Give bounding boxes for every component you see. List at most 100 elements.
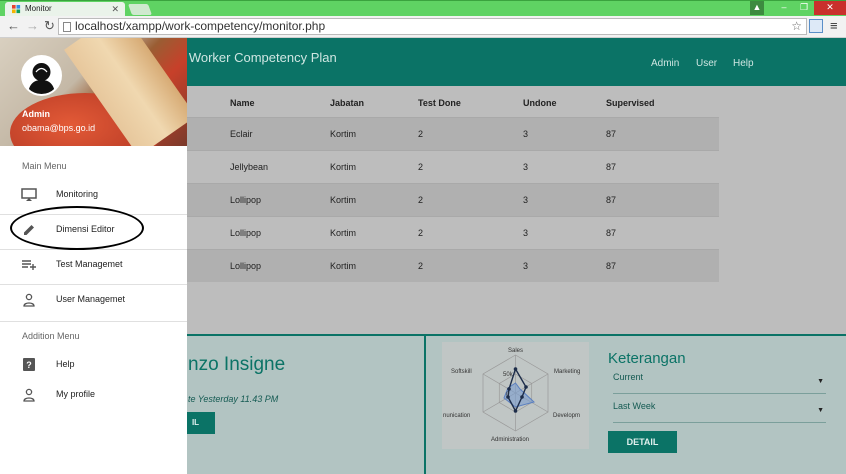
cell-test-done: 2 bbox=[418, 162, 424, 172]
cell-test-done: 2 bbox=[418, 261, 424, 271]
window-close-button[interactable]: ✕ bbox=[814, 1, 846, 15]
menu-item-label: My profile bbox=[56, 389, 96, 399]
menu-item-user-managemet[interactable]: User Managemet bbox=[0, 283, 187, 317]
nav-admin[interactable]: Admin bbox=[651, 58, 679, 69]
header-jabatan[interactable]: Jabatan bbox=[330, 98, 418, 108]
radar-label-softskill: Softskill bbox=[451, 369, 472, 375]
person-icon bbox=[23, 293, 35, 307]
drawer-user-email: obama@bps.go.id bbox=[22, 123, 96, 133]
cell-name: Lollipop bbox=[230, 195, 262, 205]
period-select-last-week[interactable]: Last Week ▼ bbox=[613, 401, 826, 423]
cell-test-done: 2 bbox=[418, 195, 424, 205]
menu-item-label: Help bbox=[56, 359, 75, 369]
keterangan-title: Keterangan bbox=[608, 350, 686, 367]
radar-label-marketing: Marketing bbox=[554, 369, 580, 375]
cell-undone: 3 bbox=[523, 195, 529, 205]
divider bbox=[424, 336, 426, 474]
addition-menu-title: Addition Menu bbox=[22, 331, 80, 341]
table-row[interactable]: Jellybean Kortim 2 3 87 bbox=[178, 150, 719, 183]
page-icon bbox=[63, 22, 71, 32]
table-row[interactable]: Eclair Kortim 2 3 87 bbox=[178, 117, 719, 150]
minimize-button[interactable]: – bbox=[774, 1, 794, 15]
screen: Monitor ✕ ▲ – ❐ ✕ ← → ↻ localhost/xampp/… bbox=[0, 0, 846, 474]
dropdown-arrow-icon: ▼ bbox=[817, 378, 824, 385]
main-menu-title: Main Menu bbox=[22, 161, 67, 171]
nav-user[interactable]: User bbox=[696, 58, 717, 69]
radar-chart: Sales Marketing Developm Administration … bbox=[442, 342, 589, 449]
playlist-add-icon bbox=[22, 260, 36, 270]
cell-name: Eclair bbox=[230, 129, 253, 139]
chrome-menu-icon[interactable]: ≡ bbox=[830, 18, 838, 33]
cell-test-done: 2 bbox=[418, 129, 424, 139]
restore-button[interactable]: ❐ bbox=[794, 1, 814, 15]
profile-icon[interactable]: ▲ bbox=[750, 1, 764, 15]
period-select-current[interactable]: Current ▼ bbox=[613, 372, 826, 394]
user-silhouette-icon bbox=[28, 63, 55, 94]
cell-name: Lollipop bbox=[230, 261, 262, 271]
new-tab-button[interactable] bbox=[127, 4, 153, 15]
nav-help[interactable]: Help bbox=[733, 58, 754, 69]
radar-point bbox=[520, 395, 524, 399]
menu-item-test-managemet[interactable]: Test Managemet bbox=[0, 248, 187, 282]
table-header: Name Jabatan Test Done Undone Supervised bbox=[178, 88, 719, 117]
person-icon bbox=[23, 388, 35, 402]
cell-supervised: 87 bbox=[606, 228, 617, 238]
cell-undone: 3 bbox=[523, 261, 529, 271]
cell-undone: 3 bbox=[523, 162, 529, 172]
highlight-annotation-ellipse bbox=[10, 206, 144, 250]
bookmark-star-icon[interactable]: ☆ bbox=[791, 19, 802, 34]
reload-icon[interactable]: ↻ bbox=[44, 19, 55, 33]
menu-item-help[interactable]: ? Help bbox=[0, 348, 187, 382]
back-arrow-icon[interactable]: ← bbox=[7, 19, 20, 33]
header-undone[interactable]: Undone bbox=[523, 98, 606, 108]
forward-arrow-icon[interactable]: → bbox=[26, 19, 39, 33]
select-current-value: Current bbox=[613, 372, 644, 382]
radar-label-communication: nunication bbox=[443, 413, 470, 419]
cell-name: Lollipop bbox=[230, 228, 262, 238]
table-row[interactable]: Lollipop Kortim 2 3 87 bbox=[178, 183, 719, 216]
cell-supervised: 87 bbox=[606, 129, 617, 139]
browser-titlebar: Monitor ✕ ▲ – ❐ ✕ bbox=[0, 0, 846, 17]
cell-undone: 3 bbox=[523, 129, 529, 139]
table-row[interactable]: Lollipop Kortim 2 3 87 bbox=[178, 249, 719, 282]
cell-test-done: 2 bbox=[418, 228, 424, 238]
cell-undone: 3 bbox=[523, 228, 529, 238]
menu-item-label: Monitoring bbox=[56, 189, 99, 199]
navigation-drawer: Admin obama@bps.go.id Main Menu Monitori… bbox=[0, 38, 187, 474]
header-name[interactable]: Name bbox=[230, 98, 330, 108]
detail-button[interactable]: DETAIL bbox=[608, 431, 677, 453]
browser-tab[interactable]: Monitor ✕ bbox=[5, 2, 125, 17]
address-bar[interactable]: localhost/xampp/work-competency/monitor.… bbox=[58, 18, 807, 35]
tab-close-icon[interactable]: ✕ bbox=[111, 2, 119, 16]
app-favicon-icon bbox=[12, 5, 21, 14]
extension-icon[interactable] bbox=[809, 19, 823, 33]
menu-item-my-profile[interactable]: My profile bbox=[0, 378, 187, 412]
avatar[interactable] bbox=[21, 55, 62, 96]
profile-name: nzo Insigne bbox=[188, 354, 286, 375]
radar-point bbox=[513, 409, 518, 413]
app-area: e Worker Competency Plan Admin User Help… bbox=[0, 38, 846, 474]
window-controls: ▲ – ❐ ✕ bbox=[750, 1, 846, 15]
worker-table: Name Jabatan Test Done Undone Supervised… bbox=[178, 88, 719, 282]
profile-update-time: te Yesterday 11.43 PM bbox=[188, 394, 279, 404]
dropdown-arrow-icon: ▼ bbox=[817, 407, 824, 414]
drawer-header: Admin obama@bps.go.id bbox=[0, 38, 187, 146]
radar-point bbox=[507, 387, 511, 391]
radar-label-sales: Sales bbox=[508, 348, 523, 354]
table-row[interactable]: Lollipop Kortim 2 3 87 bbox=[178, 216, 719, 249]
cell-supervised: 87 bbox=[606, 261, 617, 271]
app-title: e Worker Competency Plan bbox=[178, 50, 337, 65]
browser-tab-title: Monitor bbox=[25, 4, 52, 13]
cell-jabatan: Kortim bbox=[330, 195, 357, 205]
monitor-icon bbox=[21, 188, 37, 201]
menu-item-label: User Managemet bbox=[56, 294, 126, 304]
cell-jabatan: Kortim bbox=[330, 129, 357, 139]
header-test-done[interactable]: Test Done bbox=[418, 98, 523, 108]
divider bbox=[0, 321, 187, 322]
cell-supervised: 87 bbox=[606, 195, 617, 205]
menu-item-label: Test Managemet bbox=[56, 259, 123, 269]
select-last-week-value: Last Week bbox=[613, 401, 656, 411]
radar-tick-label: 50k bbox=[503, 372, 514, 378]
header-supervised[interactable]: Supervised bbox=[606, 98, 706, 108]
cell-jabatan: Kortim bbox=[330, 162, 357, 172]
